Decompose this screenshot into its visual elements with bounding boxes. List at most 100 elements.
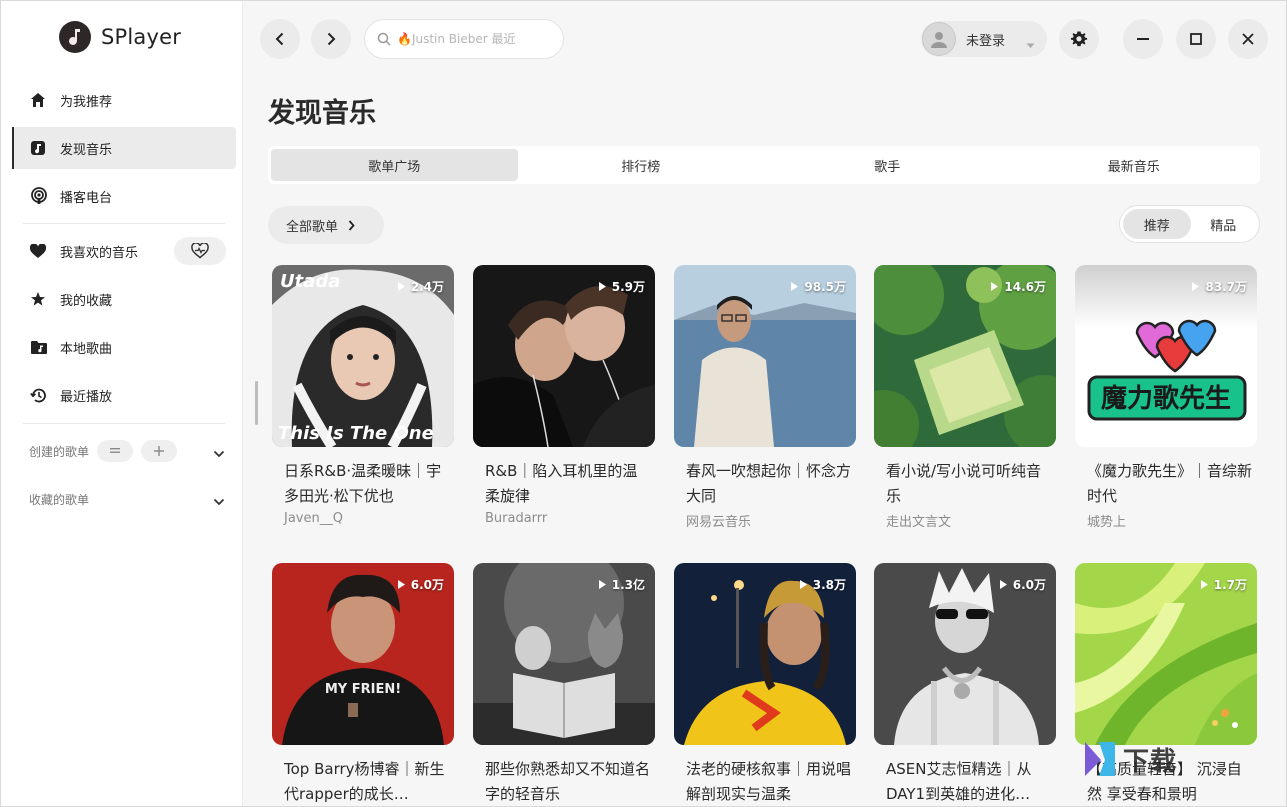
play-icon [598,282,606,291]
playlist-card[interactable]: 14.6万 看小说/写小说可听纯音乐 走出文言文 [874,265,1056,530]
playlist-card[interactable]: 3.8万 法老的硬核叙事｜用说唱解剖现实与温柔 [674,563,856,807]
heartbeat-mode-button[interactable] [174,237,226,265]
sidebar-item-label: 为我推荐 [60,94,113,110]
play-count: 83.7万 [1192,278,1247,295]
heart-icon [30,242,52,260]
playlist-card[interactable]: 魔力歌先生 83.7万 《魔力歌先生》｜音综新时代 城势上 [1075,265,1257,530]
playlist-cover[interactable]: Utada This Is The One 2.4万 [272,265,454,447]
playlist-title[interactable]: Top Barry杨博睿｜新生代rapper的成长… [272,757,454,807]
play-count: 14.6万 [991,278,1046,295]
playlist-title[interactable]: 《魔力歌先生》｜音综新时代 [1075,459,1257,509]
play-icon [598,580,606,589]
back-button[interactable] [260,19,300,59]
chevron-right-icon [327,32,336,46]
settings-button[interactable] [1059,19,1099,59]
tab-artists[interactable]: 歌手 [764,149,1011,181]
playlist-card[interactable]: 6.0万 ASEN艾志恒精选｜从DAY1到英雄的进化… [874,563,1056,807]
add-playlist-button[interactable] [141,440,178,462]
search-icon [377,32,391,46]
playlist-title[interactable]: R&B｜陷入耳机里的温柔旋律 [473,459,655,509]
playlist-cover[interactable]: 3.8万 [674,563,856,745]
playlist-cover[interactable]: 1.7万 [1075,563,1257,745]
play-count: 6.0万 [397,576,444,593]
sidebar-scrollbar[interactable] [255,381,258,425]
watermark-logo-icon [1085,742,1115,776]
playlist-cover[interactable]: 魔力歌先生 83.7万 [1075,265,1257,447]
app-logo[interactable]: SPlayer [59,21,181,53]
sort-list-button[interactable] [97,440,134,462]
close-button[interactable] [1228,19,1268,59]
filter-recommended[interactable]: 推荐 [1123,209,1191,239]
maximize-button[interactable] [1176,19,1216,59]
nav-library: 我喜欢的音乐 我的收藏 本地歌曲 最近播放 [12,230,236,422]
playlist-title[interactable]: 法老的硬核叙事｜用说唱解剖现实与温柔 [674,757,856,807]
sidebar-item-local[interactable]: 本地歌曲 [12,326,236,368]
playlist-title[interactable]: 春风一吹想起你｜怀念方大同 [674,459,856,509]
sidebar-item-liked[interactable]: 我喜欢的音乐 [12,230,236,272]
playlist-title[interactable]: ASEN艾志恒精选｜从DAY1到英雄的进化… [874,757,1056,807]
playlist-author[interactable]: Javen__Q [272,511,454,526]
play-icon [1192,282,1200,291]
sidebar-item-label: 发现音乐 [60,142,113,158]
playlist-cover[interactable]: 1.3亿 [473,563,655,745]
chevron-down-icon[interactable] [213,491,225,510]
playlist-cover[interactable]: MY FRIEN! 6.0万 [272,563,454,745]
minimize-icon [1137,38,1149,40]
playlist-card[interactable]: Utada This Is The One 2.4万 日系R&B·温柔暖昧｜宇多… [272,265,454,526]
nav-main: 为我推荐 发现音乐 播客电台 [12,79,236,223]
maximize-icon [1190,33,1202,45]
tab-playlist-square[interactable]: 歌单广场 [271,149,518,181]
minimize-button[interactable] [1123,19,1163,59]
playlist-cover[interactable]: 5.9万 [473,265,655,447]
music-note-icon [30,139,52,157]
playlist-title[interactable]: 日系R&B·温柔暖昧｜宇多田光·松下优也 [272,459,454,509]
heartbeat-icon [191,243,209,259]
sidebar-item-recent[interactable]: 最近播放 [12,374,236,416]
star-icon [30,290,52,308]
list-icon [110,448,121,453]
playlist-author[interactable]: 城势上 [1075,511,1257,530]
collected-playlists-section[interactable]: 收藏的歌单 [29,487,225,511]
playlist-card[interactable]: 98.5万 春风一吹想起你｜怀念方大同 网易云音乐 [674,265,856,530]
sidebar: SPlayer 为我推荐 发现音乐 播客电台 我喜欢的音乐 我的收藏 本地歌曲 … [1,1,243,806]
app-window: SPlayer 为我推荐 发现音乐 播客电台 我喜欢的音乐 我的收藏 本地歌曲 … [0,0,1287,807]
plus-icon [154,446,165,456]
user-icon [931,32,947,48]
playlist-card[interactable]: 1.3亿 那些你熟悉却又不知道名字的轻音乐 [473,563,655,807]
play-icon [1200,580,1208,589]
sidebar-item-discover[interactable]: 发现音乐 [12,127,236,169]
playlist-title[interactable]: 看小说/写小说可听纯音乐 [874,459,1056,509]
play-icon [999,580,1007,589]
tab-new-music[interactable]: 最新音乐 [1011,149,1258,181]
playlist-author[interactable]: Buradarrr [473,511,655,526]
play-count: 1.3亿 [598,576,645,593]
sidebar-item-recommend[interactable]: 为我推荐 [12,79,236,121]
all-playlists-button[interactable]: 全部歌单 [268,206,384,244]
user-menu[interactable]: 未登录 [921,21,1047,57]
section-label: 创建的歌单 [29,444,90,459]
search-input[interactable] [397,32,547,46]
playlist-author[interactable]: 网易云音乐 [674,511,856,530]
playlist-cover[interactable]: 98.5万 [674,265,856,447]
playlist-card[interactable]: 5.9万 R&B｜陷入耳机里的温柔旋律 Buradarrr [473,265,655,526]
playlist-cover[interactable]: 14.6万 [874,265,1056,447]
play-icon [791,282,799,291]
forward-button[interactable] [311,19,351,59]
playlist-author[interactable]: 走出文言文 [874,511,1056,530]
playlist-title[interactable]: 那些你熟悉却又不知道名字的轻音乐 [473,757,655,807]
filter-premium[interactable]: 精品 [1191,209,1257,239]
search-box[interactable] [364,19,564,59]
section-label: 收藏的歌单 [29,492,90,507]
playlist-cover[interactable]: 6.0万 [874,563,1056,745]
podcast-icon [30,187,52,205]
tab-charts[interactable]: 排行榜 [518,149,765,181]
created-playlists-section[interactable]: 创建的歌单 [29,439,225,463]
play-count: 2.4万 [397,278,444,295]
playlist-filter-toggle: 推荐 精品 [1119,205,1260,243]
chevron-down-icon[interactable] [213,443,225,462]
playlist-card[interactable]: MY FRIEN! 6.0万 Top Barry杨博睿｜新生代rapper的成长… [272,563,454,807]
sidebar-item-podcast[interactable]: 播客电台 [12,175,236,217]
svg-text:This Is The One: This Is The One [278,423,434,444]
sidebar-divider [23,423,225,424]
sidebar-item-collection[interactable]: 我的收藏 [12,278,236,320]
